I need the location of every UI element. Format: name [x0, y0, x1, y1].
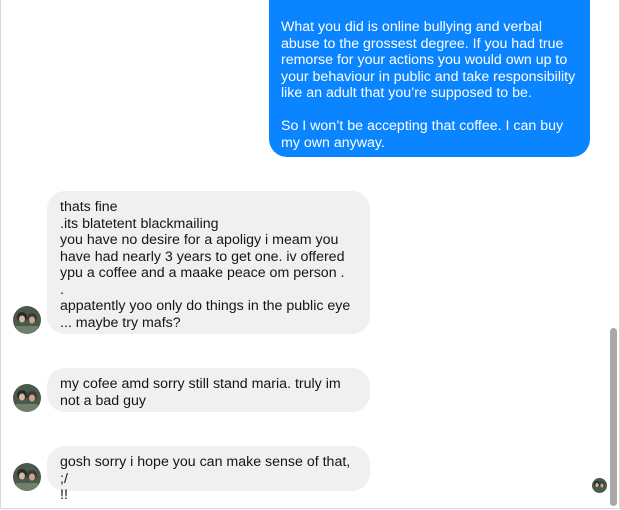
scrollbar-thumb[interactable] — [610, 328, 617, 506]
contact-avatar-photo-icon — [13, 306, 41, 334]
seen-avatar-icon — [592, 478, 607, 493]
sent-message-bubble[interactable]: What you did is online bullying and verb… — [269, 0, 590, 157]
received-message-bubble[interactable]: gosh sorry i hope you can make sense of … — [47, 446, 370, 503]
contact-avatar[interactable] — [13, 306, 41, 334]
received-message-bubble[interactable]: thats fine .its blatetent blackmailing y… — [47, 191, 370, 334]
contact-avatar-photo-icon — [13, 384, 41, 412]
contact-avatar[interactable] — [13, 384, 41, 412]
contact-avatar[interactable] — [13, 463, 41, 491]
received-message-bubble[interactable]: my cofee amd sorry still stand maria. tr… — [47, 368, 370, 412]
seen-indicator — [592, 478, 607, 493]
contact-avatar-photo-icon — [13, 463, 41, 491]
